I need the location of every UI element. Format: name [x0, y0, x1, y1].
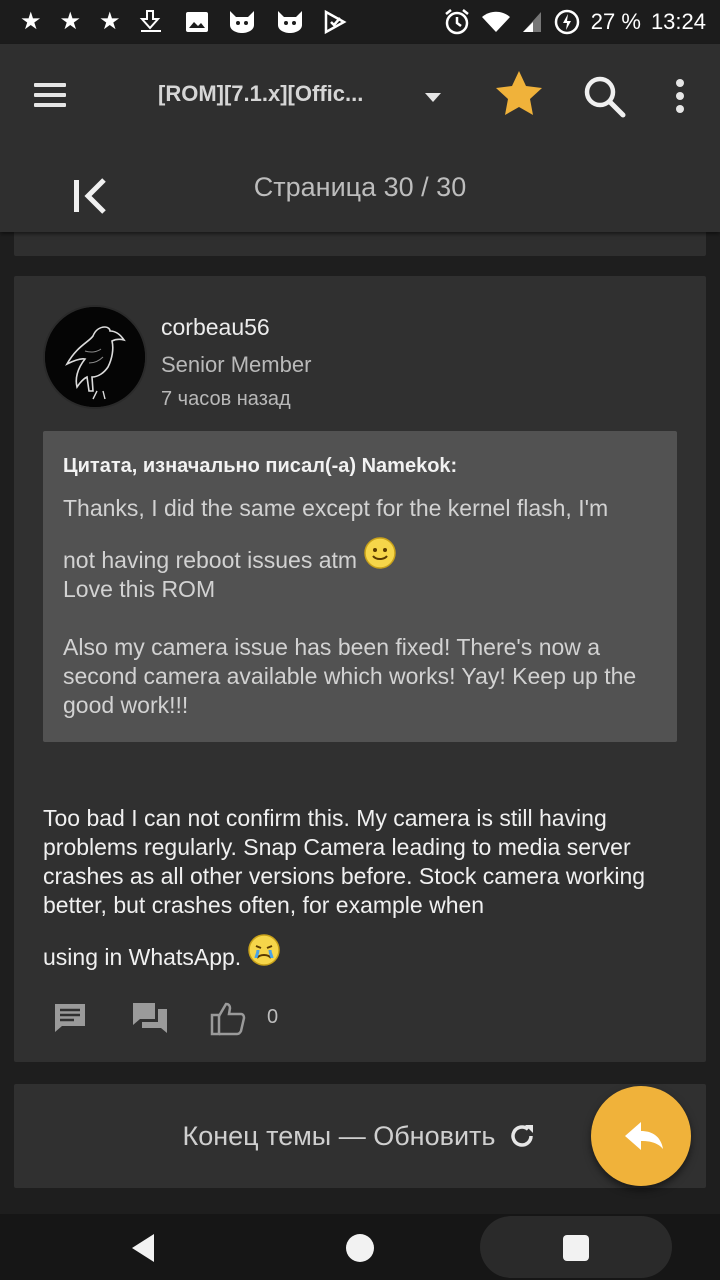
- star-notification-icon: ★: [99, 8, 121, 35]
- post-card: corbeau56 Senior Member 7 часов назад Ци…: [14, 276, 706, 1062]
- quote-block: Цитата, изначально писал(-а) Namekok: Th…: [43, 431, 677, 742]
- signal-icon: [522, 12, 541, 32]
- quote-line: not having reboot issues atm: [63, 547, 358, 573]
- page-indicator: Страница 30 / 30: [253, 172, 467, 202]
- thread-title[interactable]: [ROM][7.1.x][Offic...: [158, 81, 398, 107]
- quote-line: Love this ROM: [63, 576, 216, 602]
- download-icon: [139, 10, 161, 32]
- reply-icon: [625, 1122, 663, 1150]
- star-notification-icon: ★: [20, 8, 42, 35]
- dropdown-arrow-icon[interactable]: [420, 84, 446, 110]
- system-nav-bar: [0, 1214, 720, 1280]
- quote-line: Thanks, I did the same except for the ke…: [63, 495, 609, 521]
- post-actions: 0: [50, 998, 350, 1038]
- more-options-icon[interactable]: [664, 74, 696, 118]
- post-text: Too bad I can not confirm this. My camer…: [43, 805, 646, 918]
- comment-icon[interactable]: [50, 998, 90, 1038]
- cat-icon: [277, 11, 302, 33]
- alarm-icon: [445, 9, 469, 35]
- crying-emoji-icon: [248, 934, 280, 966]
- avatar[interactable]: [43, 305, 147, 409]
- battery-saver-icon: [554, 9, 580, 35]
- crow-avatar-image: [45, 307, 145, 407]
- post-text-end: using in WhatsApp.: [43, 944, 242, 970]
- smile-emoji-icon: [364, 537, 396, 569]
- star-notification-icon: ★: [59, 8, 82, 35]
- end-of-thread-label: Конец темы — Обновить: [182, 1120, 496, 1151]
- refresh-icon: [511, 1125, 534, 1147]
- thumbs-up-icon[interactable]: [208, 998, 248, 1038]
- system-icons: 27 % 13:24: [443, 8, 706, 36]
- username[interactable]: corbeau56: [161, 314, 270, 341]
- user-role: Senior Member: [161, 352, 312, 377]
- app-bar: [ROM][7.1.x][Offic... Страница 30 / 30: [0, 44, 720, 232]
- quote-author: Цитата, изначально писал(-а) Namekok:: [63, 455, 458, 477]
- clock: 13:24: [650, 9, 706, 34]
- favorite-star-icon[interactable]: [492, 68, 546, 122]
- cat-icon: [229, 11, 254, 33]
- menu-icon[interactable]: [28, 80, 72, 110]
- search-icon[interactable]: [580, 72, 628, 120]
- image-icon: [185, 12, 208, 32]
- notification-icons: ★ ★ ★: [20, 9, 347, 35]
- like-count: 0: [267, 1006, 279, 1028]
- reply-fab-button[interactable]: [591, 1086, 691, 1186]
- quote-line: Also my camera issue has been fixed! The…: [63, 634, 637, 718]
- status-bar: ★ ★ ★ 27 % 13:24: [0, 0, 720, 44]
- check-app-icon: [324, 9, 347, 35]
- post-time: 7 часов назад: [161, 388, 291, 410]
- toolbar: [ROM][7.1.x][Offic...: [0, 44, 720, 144]
- recents-nav-icon[interactable]: [554, 1226, 598, 1270]
- back-nav-icon[interactable]: [122, 1226, 166, 1270]
- home-nav-icon[interactable]: [338, 1226, 382, 1270]
- quote-reply-icon[interactable]: [130, 998, 170, 1038]
- wifi-icon: [481, 11, 510, 32]
- quote-text: Thanks, I did the same except for the ke…: [63, 494, 657, 720]
- post-body: Too bad I can not confirm this. My camer…: [43, 804, 693, 972]
- battery-percent: 27 %: [590, 9, 641, 34]
